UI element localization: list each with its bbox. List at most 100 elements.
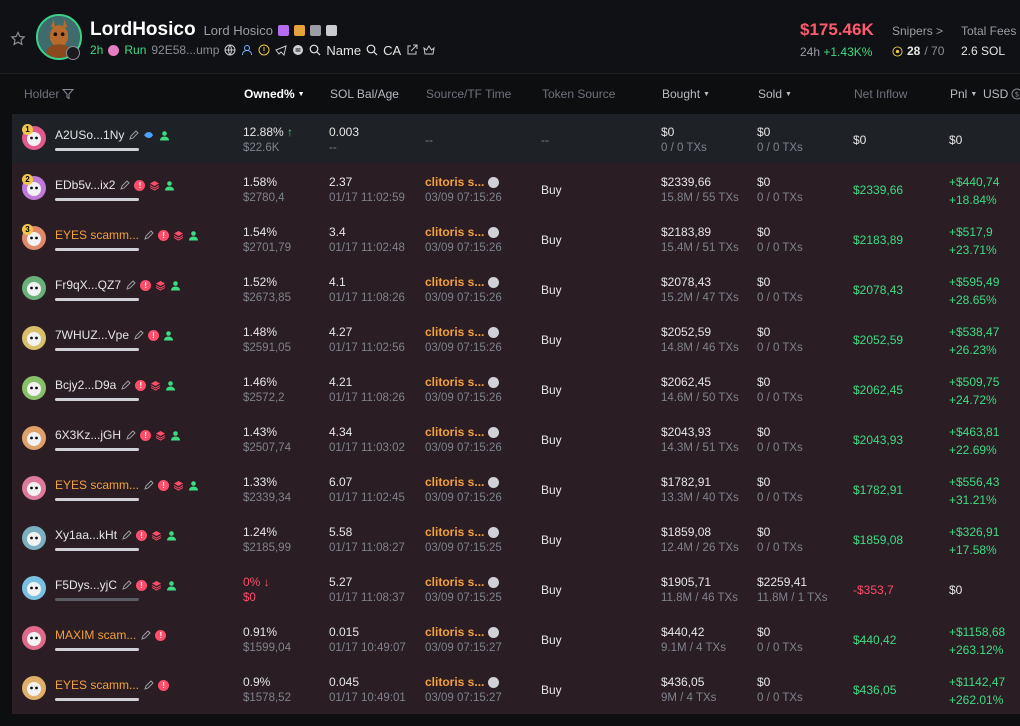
- holder-cell[interactable]: EDb5v...ix2!: [55, 178, 175, 192]
- holder-avatar[interactable]: [22, 626, 46, 650]
- holder-avatar[interactable]: [22, 476, 46, 500]
- holder-address[interactable]: EYES scamm...: [55, 228, 139, 242]
- source-cell[interactable]: clitoris s...: [425, 475, 500, 489]
- holder-address[interactable]: Fr9qX...QZ7: [55, 278, 121, 292]
- col-holder[interactable]: Holder: [24, 87, 75, 101]
- edit-icon[interactable]: [128, 129, 140, 141]
- search-name-icon[interactable]: [309, 44, 321, 56]
- table-row[interactable]: MAXIM scam...! 0.91% $1599,04 0.015 01/17 10…: [12, 614, 1020, 664]
- table-row[interactable]: 3 EYES scamm...! 1.54% $2701,79 3.4 01/17 11:…: [12, 214, 1020, 264]
- holder-address[interactable]: EYES scamm...: [55, 478, 139, 492]
- source-name[interactable]: clitoris s...: [425, 675, 484, 689]
- filter-icon[interactable]: [62, 88, 75, 100]
- col-source-time[interactable]: Source/TF Time: [426, 87, 511, 101]
- search-ca-icon[interactable]: [366, 44, 378, 56]
- token-address[interactable]: 92E58...ump: [151, 43, 219, 57]
- table-row[interactable]: 1 A2USo...1Ny 12.88% ↑ $22.6K 0.003 -- -- -- $0 0…: [12, 114, 1020, 164]
- col-token-source[interactable]: Token Source: [542, 87, 615, 101]
- holder-address[interactable]: 6X3Kz...jGH: [55, 428, 121, 442]
- snipers-block[interactable]: Snipers > 28 / 70: [892, 20, 944, 60]
- table-row[interactable]: Xy1aa...kHt! 1.24% $2185,99 5.58 01/17 11:08…: [12, 514, 1020, 564]
- edit-icon[interactable]: [119, 179, 131, 191]
- holder-address[interactable]: A2USo...1Ny: [55, 128, 124, 142]
- source-name[interactable]: clitoris s...: [425, 275, 484, 289]
- table-row[interactable]: F5Dys...yjC! 0% ↓ $0 5.27 01/17 11:08:37 clit…: [12, 564, 1020, 614]
- source-name[interactable]: clitoris s...: [425, 325, 484, 339]
- table-row[interactable]: Bcjy2...D9a! 1.46% $2572,2 4.21 01/17 11:08:…: [12, 364, 1020, 414]
- holder-avatar[interactable]: [22, 326, 46, 350]
- holder-cell[interactable]: EYES scamm...!: [55, 478, 199, 492]
- holder-cell[interactable]: 6X3Kz...jGH!: [55, 428, 181, 442]
- user-icon[interactable]: [241, 44, 253, 56]
- col-sol[interactable]: SOL Bal/Age: [330, 87, 399, 101]
- source-name[interactable]: clitoris s...: [425, 625, 484, 639]
- source-cell[interactable]: clitoris s...: [425, 225, 500, 239]
- holder-address[interactable]: F5Dys...yjC: [55, 578, 117, 592]
- source-cell[interactable]: clitoris s...: [425, 425, 500, 439]
- table-row[interactable]: 6X3Kz...jGH! 1.43% $2507,74 4.34 01/17 11:03…: [12, 414, 1020, 464]
- table-row[interactable]: Fr9qX...QZ7! 1.52% $2673,85 4.1 01/17 11:08:…: [12, 264, 1020, 314]
- search-name-label[interactable]: Name: [326, 43, 361, 58]
- source-cell[interactable]: clitoris s...: [425, 375, 500, 389]
- table-row[interactable]: 2 EDb5v...ix2! 1.58% $2780,4 2.37 01/17 11:02…: [12, 164, 1020, 214]
- source-cell[interactable]: clitoris s...: [425, 575, 500, 589]
- edit-icon[interactable]: [133, 329, 144, 341]
- crown-icon[interactable]: [423, 44, 435, 56]
- source-name[interactable]: clitoris s...: [425, 575, 484, 589]
- holder-cell[interactable]: A2USo...1Ny: [55, 128, 170, 142]
- alert-icon[interactable]: [258, 44, 270, 56]
- holder-address[interactable]: Bcjy2...D9a: [55, 378, 116, 392]
- source-cell[interactable]: clitoris s...: [425, 625, 500, 639]
- source-name[interactable]: clitoris s...: [425, 525, 484, 539]
- holder-avatar[interactable]: [22, 676, 46, 700]
- edit-icon[interactable]: [120, 379, 132, 391]
- source-cell[interactable]: clitoris s...: [425, 275, 500, 289]
- source-name[interactable]: clitoris s...: [425, 425, 484, 439]
- edit-icon[interactable]: [121, 579, 132, 591]
- source-name[interactable]: clitoris s...: [425, 375, 484, 389]
- holder-address[interactable]: 7WHUZ...Vpe: [55, 328, 129, 342]
- holder-cell[interactable]: 7WHUZ...Vpe!: [55, 328, 174, 342]
- holder-cell[interactable]: Fr9qX...QZ7!: [55, 278, 181, 292]
- snipers-label[interactable]: Snipers >: [892, 24, 944, 38]
- external-link-icon[interactable]: [406, 44, 418, 56]
- source-cell[interactable]: clitoris s...: [425, 525, 500, 539]
- col-pnl[interactable]: Pnl ▼: [950, 87, 977, 101]
- source-cell[interactable]: clitoris s...: [425, 175, 500, 189]
- holder-avatar[interactable]: [22, 276, 46, 300]
- holder-address[interactable]: EYES scamm...: [55, 678, 139, 692]
- source-cell[interactable]: clitoris s...: [425, 325, 500, 339]
- holder-cell[interactable]: EYES scamm...!: [55, 678, 170, 692]
- table-row[interactable]: EYES scamm...! 1.33% $2339,34 6.07 01/17 11:…: [12, 464, 1020, 514]
- holder-address[interactable]: EDb5v...ix2: [55, 178, 115, 192]
- holder-cell[interactable]: Bcjy2...D9a!: [55, 378, 176, 392]
- usd-toggle[interactable]: USD $: [983, 87, 1020, 101]
- table-row[interactable]: 7WHUZ...Vpe! 1.48% $2591,05 4.27 01/17 11:02…: [12, 314, 1020, 364]
- source-name[interactable]: clitoris s...: [425, 175, 484, 189]
- currency-switch-icon[interactable]: $: [1011, 88, 1020, 100]
- holder-cell[interactable]: MAXIM scam...!: [55, 628, 167, 642]
- col-sold[interactable]: Sold ▼: [758, 87, 792, 101]
- col-owned[interactable]: Owned% ▼: [244, 87, 305, 101]
- search-ca-label[interactable]: CA: [383, 43, 401, 58]
- telegram-icon[interactable]: [275, 44, 288, 56]
- holder-cell[interactable]: Xy1aa...kHt!: [55, 528, 177, 542]
- holder-avatar[interactable]: [22, 576, 46, 600]
- holder-cell[interactable]: EYES scamm...!: [55, 228, 199, 242]
- edit-icon[interactable]: [125, 279, 136, 291]
- edit-icon[interactable]: [125, 429, 136, 441]
- star-icon[interactable]: [10, 31, 26, 47]
- source-name[interactable]: clitoris s...: [425, 475, 484, 489]
- source-name[interactable]: clitoris s...: [425, 225, 484, 239]
- table-row[interactable]: EYES scamm...! 0.9% $1578,52 0.045 01/17 10:…: [12, 664, 1020, 714]
- coin-icon[interactable]: [292, 44, 304, 56]
- holder-avatar[interactable]: [22, 426, 46, 450]
- edit-icon[interactable]: [140, 629, 152, 641]
- holder-address[interactable]: MAXIM scam...: [55, 628, 136, 642]
- edit-icon[interactable]: [143, 229, 154, 241]
- holder-address[interactable]: Xy1aa...kHt: [55, 528, 117, 542]
- col-net-inflow[interactable]: Net Inflow: [854, 87, 907, 101]
- edit-icon[interactable]: [143, 679, 154, 691]
- edit-icon[interactable]: [121, 529, 132, 541]
- source-cell[interactable]: clitoris s...: [425, 675, 500, 689]
